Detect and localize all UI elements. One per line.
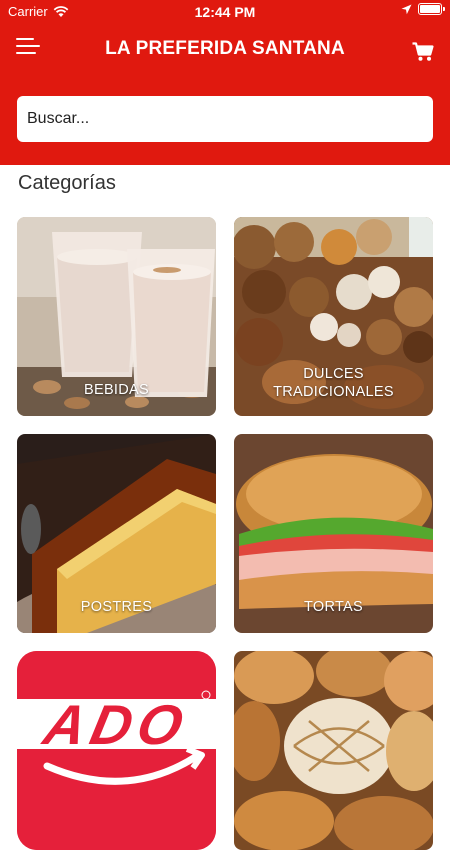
category-label: DULCES TRADICIONALES bbox=[234, 365, 433, 401]
section-title: Categorías bbox=[18, 172, 116, 194]
status-time: 12:44 PM bbox=[194, 4, 256, 20]
category-card-ado[interactable]: ADO bbox=[17, 651, 216, 850]
category-card-pan-dulce[interactable] bbox=[234, 651, 433, 850]
nav-bar: LA PREFERIDA SANTANA bbox=[0, 26, 450, 72]
category-card-postres[interactable]: POSTRES bbox=[17, 434, 216, 633]
category-label-line1: DULCES bbox=[303, 366, 364, 382]
page-title: LA PREFERIDA SANTANA bbox=[105, 38, 345, 59]
ado-logo-text: ADO bbox=[38, 693, 195, 756]
category-card-tortas[interactable]: TORTAS bbox=[234, 434, 433, 633]
app-header: Carrier 12:44 PM LA PREFERIDA SANTANA bbox=[0, 0, 450, 165]
location-arrow-icon bbox=[401, 4, 412, 14]
category-label-line2: TRADICIONALES bbox=[273, 384, 394, 400]
status-bar: Carrier 12:44 PM bbox=[0, 0, 450, 24]
pan-dulce-image bbox=[234, 651, 433, 850]
category-label: TORTAS bbox=[303, 599, 363, 615]
battery-icon bbox=[418, 3, 445, 15]
category-label: POSTRES bbox=[80, 599, 153, 615]
category-label: BEBIDAS bbox=[84, 382, 149, 398]
category-card-bebidas[interactable]: BEBIDAS bbox=[17, 217, 216, 416]
status-right bbox=[401, 3, 445, 15]
search-input[interactable] bbox=[17, 96, 433, 142]
shopping-cart-icon[interactable] bbox=[412, 42, 434, 62]
category-card-dulces-tradicionales[interactable]: DULCES TRADICIONALES bbox=[234, 217, 433, 416]
